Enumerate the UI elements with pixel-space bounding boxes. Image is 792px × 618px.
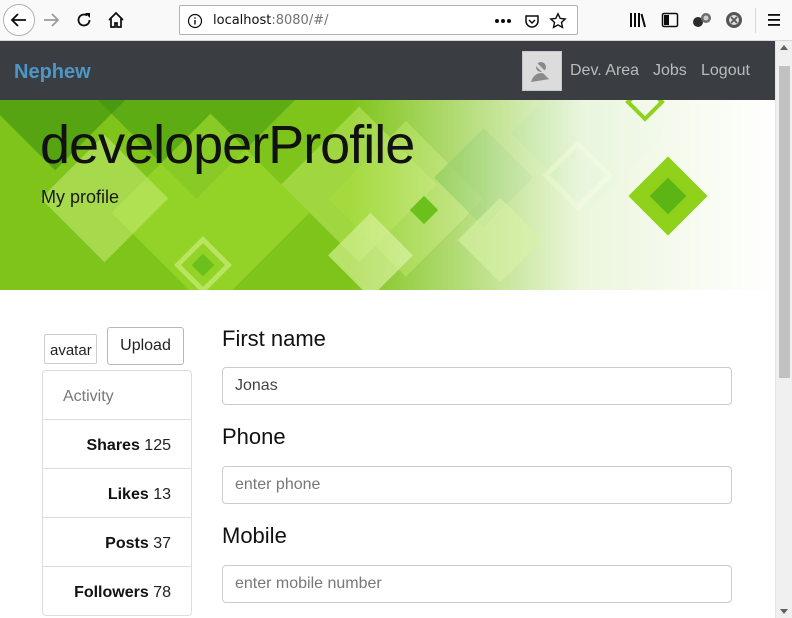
- user-avatar[interactable]: [522, 51, 562, 91]
- activity-count: 78: [153, 584, 171, 601]
- library-icon[interactable]: [628, 10, 648, 30]
- star-icon[interactable]: [549, 12, 567, 30]
- url-host: localhost: [213, 13, 272, 28]
- page-title: developerProfile: [40, 115, 415, 175]
- first-name-label: First name: [222, 326, 326, 351]
- nav-link-logout[interactable]: Logout: [701, 62, 750, 80]
- activity-label: Shares: [86, 437, 140, 454]
- scroll-up-icon[interactable]: [780, 45, 788, 50]
- nav-link-jobs[interactable]: Jobs: [653, 62, 687, 80]
- activity-row-followers[interactable]: Followers 78: [43, 567, 191, 616]
- addon-icon[interactable]: [724, 10, 744, 30]
- brand-logo[interactable]: Nephew: [14, 61, 91, 84]
- default-avatar-icon: [531, 59, 555, 83]
- nav-link-dev-area[interactable]: Dev. Area: [570, 62, 639, 80]
- phone-input[interactable]: [222, 466, 732, 504]
- mobile-input[interactable]: [222, 565, 732, 603]
- page-scrollbar[interactable]: [775, 41, 792, 618]
- reload-icon[interactable]: [69, 5, 99, 35]
- menu-icon[interactable]: [764, 10, 784, 30]
- info-icon[interactable]: [186, 12, 204, 30]
- extensions-icon[interactable]: [692, 10, 712, 30]
- activity-row-posts[interactable]: Posts 37: [43, 518, 191, 567]
- hero-banner: developerProfile My profile: [0, 100, 775, 290]
- activity-panel: Activity Shares 125 Likes 13 Posts 37 Fo…: [42, 370, 192, 616]
- activity-count: 13: [153, 486, 171, 503]
- activity-header: Activity: [43, 371, 191, 420]
- activity-label: Posts: [105, 535, 149, 552]
- activity-row-likes[interactable]: Likes 13: [43, 469, 191, 518]
- url-text: localhost:8080/#/: [213, 13, 328, 28]
- activity-label: Likes: [107, 486, 149, 503]
- activity-label: Followers: [74, 584, 149, 601]
- scroll-thumb[interactable]: [779, 66, 790, 378]
- activity-title: Activity: [63, 388, 114, 405]
- first-name-input[interactable]: [222, 367, 732, 405]
- page-subtitle: My profile: [41, 187, 120, 207]
- scroll-down-icon[interactable]: [780, 609, 788, 614]
- home-icon[interactable]: [101, 5, 131, 35]
- url-bar[interactable]: localhost:8080/#/: [179, 5, 578, 35]
- browser-toolbar: localhost:8080/#/: [0, 0, 792, 41]
- phone-label: Phone: [222, 424, 286, 449]
- activity-row-shares[interactable]: Shares 125: [43, 420, 191, 469]
- back-icon[interactable]: [3, 4, 35, 36]
- more-icon[interactable]: [494, 12, 512, 30]
- url-path: :8080/#/: [271, 13, 329, 28]
- upload-button[interactable]: Upload: [107, 327, 184, 365]
- mobile-label: Mobile: [222, 523, 287, 548]
- app-navbar: Nephew Dev. Area Jobs Logout: [0, 41, 775, 100]
- activity-count: 37: [153, 535, 171, 552]
- toolbar-separator: [755, 8, 756, 33]
- pocket-icon[interactable]: [523, 12, 541, 30]
- sidebar-icon[interactable]: [660, 10, 680, 30]
- avatar-image: avatar: [44, 334, 97, 364]
- forward-icon[interactable]: [36, 5, 66, 35]
- activity-count: 125: [144, 437, 171, 454]
